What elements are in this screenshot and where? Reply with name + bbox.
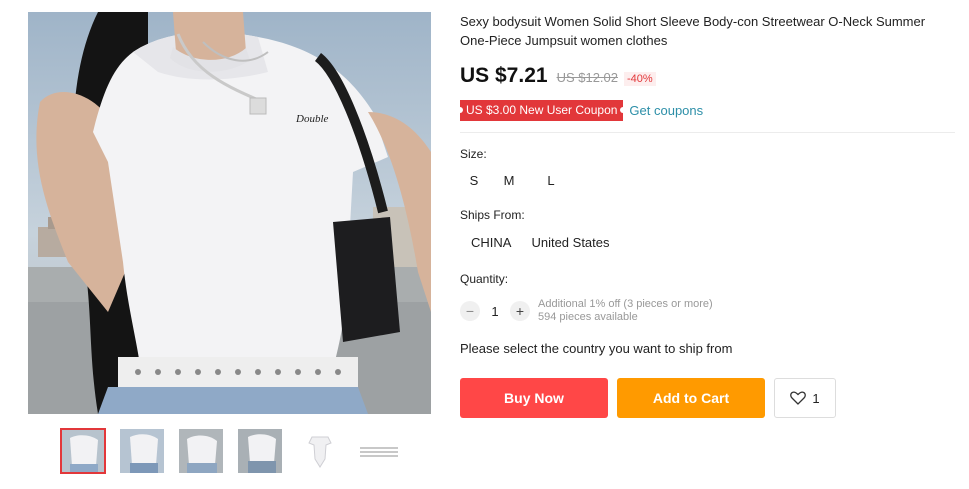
- ship-country-prompt: Please select the country you want to sh…: [460, 341, 733, 356]
- product-photo: Double: [28, 12, 431, 414]
- thumbnail-image: [62, 430, 104, 472]
- thumbnail-strip: [60, 428, 401, 474]
- quantity-increase-button[interactable]: +: [510, 301, 530, 321]
- quantity-info: Additional 1% off (3 pieces or more) 594…: [538, 298, 713, 324]
- ships-from-label: Ships From:: [460, 208, 525, 222]
- add-to-cart-button[interactable]: Add to Cart: [617, 378, 765, 418]
- purchase-actions: Buy Now Add to Cart 1: [460, 378, 955, 418]
- quantity-stepper: − 1 + Additional 1% off (3 pieces or mor…: [460, 298, 955, 324]
- divider: [460, 132, 955, 133]
- thumbnail-4[interactable]: [237, 428, 283, 474]
- ships-from-options: CHINA United States: [460, 235, 955, 250]
- svg-text:Double: Double: [295, 113, 329, 125]
- thumbnail-image: [120, 429, 164, 473]
- thumbnail-3[interactable]: [178, 428, 224, 474]
- stock-available-text: 594 pieces available: [538, 311, 638, 323]
- thumbnail-2[interactable]: [119, 428, 165, 474]
- thumbnail-image: [179, 429, 223, 473]
- ships-from-united-states[interactable]: United States: [531, 235, 609, 250]
- product-title: Sexy bodysuit Women Solid Short Sleeve B…: [460, 14, 926, 48]
- thumbnail-image: [238, 429, 282, 473]
- price-row: US $7.21 US $12.02 -40%: [460, 64, 955, 88]
- heart-icon: [790, 391, 807, 405]
- size-label: Size:: [460, 147, 487, 161]
- buy-now-button[interactable]: Buy Now: [460, 378, 608, 418]
- quantity-value[interactable]: 1: [480, 304, 510, 319]
- size-options: S M L: [460, 173, 955, 188]
- ships-from-china[interactable]: CHINA: [471, 235, 511, 250]
- bulk-discount-text: Additional 1% off (3 pieces or more): [538, 298, 713, 310]
- thumbnail-image: [356, 429, 400, 473]
- thumbnail-image: [297, 429, 341, 473]
- main-product-image[interactable]: Double: [28, 12, 431, 414]
- size-option-m[interactable]: M: [488, 173, 530, 188]
- quantity-label: Quantity:: [460, 272, 509, 286]
- discount-badge: -40%: [624, 72, 656, 86]
- thumbnail-5[interactable]: [296, 428, 342, 474]
- product-info: Sexy bodysuit Women Solid Short Sleeve B…: [456, 12, 955, 418]
- quantity-decrease-button[interactable]: −: [460, 301, 480, 321]
- original-price: US $12.02: [556, 70, 618, 85]
- size-option-s[interactable]: S: [460, 173, 488, 188]
- current-price: US $7.21: [460, 64, 548, 87]
- get-coupons-link[interactable]: Get coupons: [629, 103, 703, 118]
- wishlist-count: 1: [812, 390, 820, 406]
- thumbnail-6[interactable]: [355, 428, 401, 474]
- size-option-l[interactable]: L: [530, 173, 572, 188]
- thumbnail-1[interactable]: [60, 428, 106, 474]
- coupon-row: US $3.00 New User Coupon Get coupons: [456, 100, 955, 121]
- new-user-coupon[interactable]: US $3.00 New User Coupon: [456, 100, 627, 121]
- wishlist-button[interactable]: 1: [774, 378, 836, 418]
